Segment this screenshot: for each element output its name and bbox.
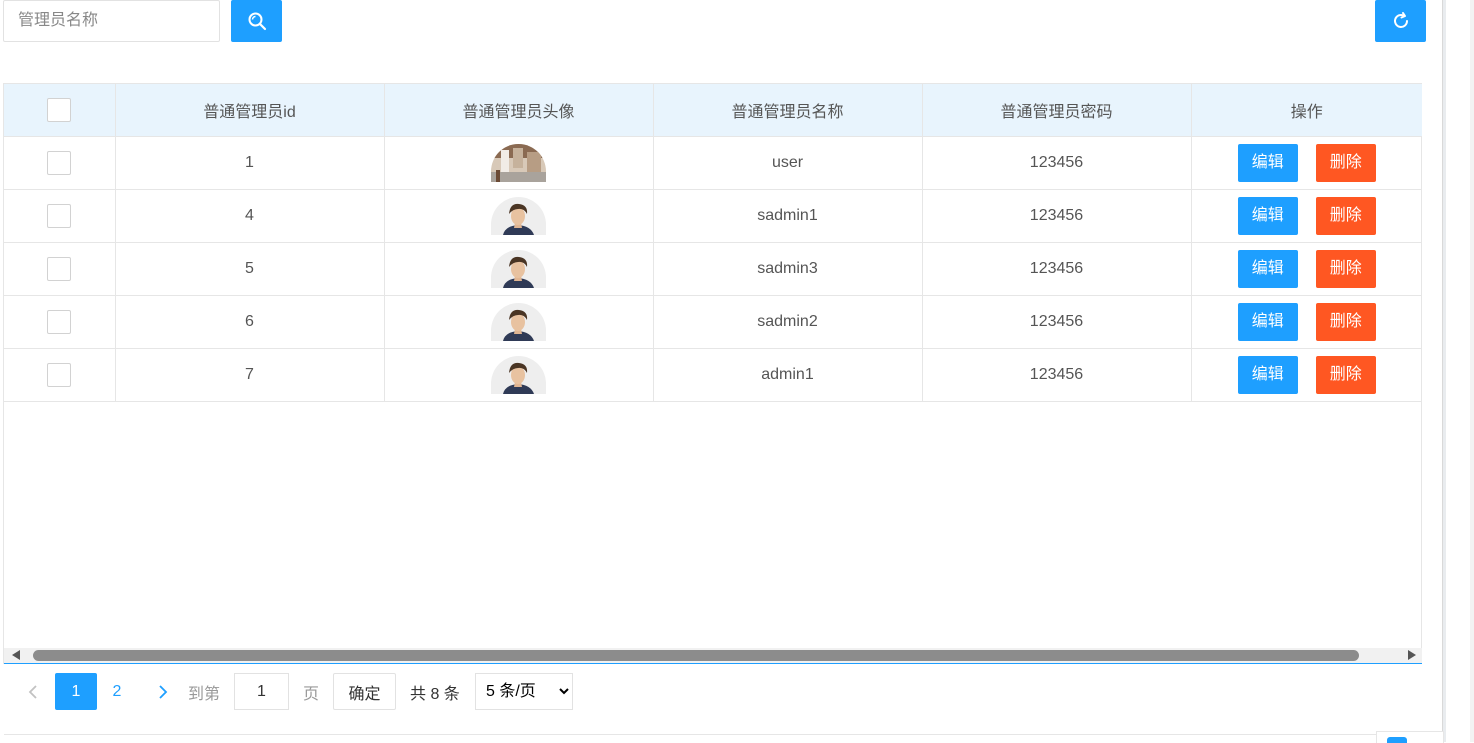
scrollbar-thumb[interactable] bbox=[33, 650, 1359, 661]
page-size-select[interactable]: 5 条/页 bbox=[475, 673, 573, 710]
edit-button[interactable]: 编辑 bbox=[1237, 250, 1298, 288]
page-unit-label: 页 bbox=[303, 685, 320, 703]
prev-page-button[interactable] bbox=[18, 673, 48, 710]
right-panel-border bbox=[1442, 0, 1446, 742]
row-checkbox[interactable] bbox=[47, 257, 72, 281]
refresh-button[interactable] bbox=[1375, 0, 1426, 42]
scroll-right-icon[interactable] bbox=[1408, 650, 1416, 660]
cell-id: 1 bbox=[115, 136, 385, 190]
select-all-checkbox[interactable] bbox=[47, 98, 72, 122]
row-checkbox[interactable] bbox=[47, 204, 72, 228]
edit-button[interactable]: 编辑 bbox=[1237, 197, 1298, 235]
cell-id: 7 bbox=[115, 348, 385, 402]
page-1-button[interactable]: 1 bbox=[55, 673, 97, 710]
cell-password: 123456 bbox=[922, 189, 1192, 243]
chevron-right-icon bbox=[159, 684, 168, 699]
row-checkbox[interactable] bbox=[47, 363, 72, 387]
table-row: 5 sadmin3 123456 编辑 删除 bbox=[4, 242, 1422, 296]
header-password: 普通管理员密码 bbox=[922, 84, 1192, 137]
table-row: 1 user 123456 编辑 删除 bbox=[4, 136, 1422, 190]
right-panel-edge bbox=[1470, 0, 1474, 742]
row-checkbox[interactable] bbox=[47, 310, 72, 334]
select-all-cell bbox=[4, 84, 116, 137]
table-header-row: 普通管理员id 普通管理员头像 普通管理员名称 普通管理员密码 操作 bbox=[4, 84, 1422, 137]
delete-button[interactable]: 删除 bbox=[1315, 197, 1376, 235]
header-avatar: 普通管理员头像 bbox=[384, 84, 654, 137]
cell-name: sadmin3 bbox=[653, 242, 923, 296]
goto-page-input[interactable] bbox=[234, 673, 289, 710]
cell-id: 5 bbox=[115, 242, 385, 296]
search-button[interactable] bbox=[231, 0, 282, 42]
edit-button[interactable]: 编辑 bbox=[1237, 356, 1298, 394]
photo-avatar bbox=[491, 144, 546, 182]
header-name: 普通管理员名称 bbox=[653, 84, 923, 137]
person-avatar bbox=[491, 303, 546, 341]
delete-button[interactable]: 删除 bbox=[1315, 144, 1376, 182]
corner-widget[interactable] bbox=[1376, 731, 1444, 743]
cell-name: sadmin1 bbox=[653, 189, 923, 243]
scroll-left-icon[interactable] bbox=[12, 650, 20, 660]
goto-confirm-button[interactable]: 确定 bbox=[333, 673, 396, 710]
cell-id: 4 bbox=[115, 189, 385, 243]
pagination: 1 2 到第 页 确定 共 8 条 5 条/页 bbox=[4, 664, 1422, 735]
header-id: 普通管理员id bbox=[115, 84, 385, 137]
cell-name: sadmin2 bbox=[653, 295, 923, 349]
person-avatar bbox=[491, 197, 546, 235]
refresh-icon bbox=[1393, 12, 1408, 28]
admin-table-container: 普通管理员id 普通管理员头像 普通管理员名称 普通管理员密码 操作 1 use… bbox=[3, 83, 1422, 664]
cell-actions: 编辑 删除 bbox=[1191, 348, 1422, 402]
cell-actions: 编辑 删除 bbox=[1191, 189, 1422, 243]
corner-widget-icon bbox=[1387, 737, 1407, 743]
person-avatar bbox=[491, 250, 546, 288]
delete-button[interactable]: 删除 bbox=[1315, 250, 1376, 288]
edit-button[interactable]: 编辑 bbox=[1237, 144, 1298, 182]
admin-table: 普通管理员id 普通管理员头像 普通管理员名称 普通管理员密码 操作 1 use… bbox=[4, 84, 1422, 402]
table-row: 4 sadmin1 123456 编辑 删除 bbox=[4, 189, 1422, 243]
delete-button[interactable]: 删除 bbox=[1315, 356, 1376, 394]
cell-name: user bbox=[653, 136, 923, 190]
cell-password: 123456 bbox=[922, 242, 1192, 296]
cell-actions: 编辑 删除 bbox=[1191, 136, 1422, 190]
cell-name: admin1 bbox=[653, 348, 923, 402]
cell-actions: 编辑 删除 bbox=[1191, 242, 1422, 296]
cell-password: 123456 bbox=[922, 136, 1192, 190]
horizontal-scrollbar[interactable] bbox=[4, 648, 1422, 663]
person-avatar bbox=[491, 356, 546, 394]
total-count: 共 8 条 bbox=[410, 685, 460, 703]
cell-id: 6 bbox=[115, 295, 385, 349]
goto-label: 到第 bbox=[188, 685, 221, 703]
table-row: 7 admin1 123456 编辑 删除 bbox=[4, 348, 1422, 402]
row-checkbox[interactable] bbox=[47, 151, 72, 175]
table-row: 6 sadmin2 123456 编辑 删除 bbox=[4, 295, 1422, 349]
delete-button[interactable]: 删除 bbox=[1315, 303, 1376, 341]
cell-password: 123456 bbox=[922, 295, 1192, 349]
page-2-button[interactable]: 2 bbox=[102, 673, 132, 710]
cell-actions: 编辑 删除 bbox=[1191, 295, 1422, 349]
search-icon bbox=[248, 12, 266, 31]
next-page-button[interactable] bbox=[148, 673, 178, 710]
search-input[interactable] bbox=[3, 0, 220, 42]
cell-password: 123456 bbox=[922, 348, 1192, 402]
header-actions: 操作 bbox=[1191, 84, 1422, 137]
chevron-left-icon bbox=[28, 684, 37, 699]
edit-button[interactable]: 编辑 bbox=[1237, 303, 1298, 341]
